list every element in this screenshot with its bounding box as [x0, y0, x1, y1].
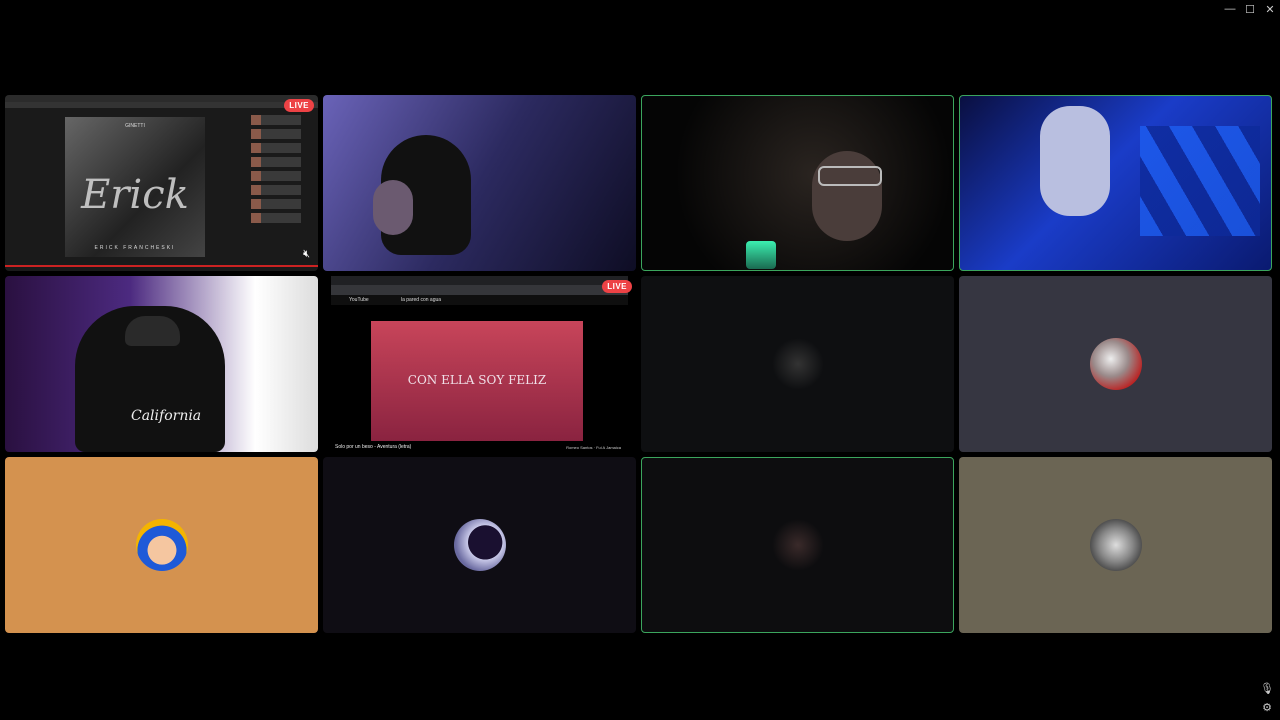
avatar — [1089, 338, 1142, 390]
screen-share-tile-music[interactable]: GINETTI Erick ERICK FRANCHESKI 🔇︎ LIVE — [5, 95, 318, 271]
album-subtitle: ERICK FRANCHESKI — [94, 245, 176, 251]
youtube-header: YouTube la pared con agua — [331, 295, 628, 305]
avatar — [771, 519, 824, 571]
participant-face — [373, 180, 413, 235]
avatar-tile[interactable] — [641, 276, 954, 452]
microphone-icon[interactable]: 🎙︎ — [1260, 682, 1274, 695]
avatar-tile[interactable] — [959, 276, 1272, 452]
video-lyric: CON ELLA SOY FELIZ — [407, 373, 547, 387]
participant-face — [812, 151, 882, 241]
camera-tile-speaking[interactable] — [641, 95, 954, 271]
shirt-text: California — [131, 408, 202, 424]
close-button[interactable]: ✕ — [1260, 0, 1280, 18]
speaker-muted-icon[interactable]: 🔇︎ — [303, 248, 310, 261]
avatar — [771, 338, 824, 390]
camera-tile-speaking[interactable] — [959, 95, 1272, 271]
settings-icon[interactable]: ⚙︎ — [1260, 701, 1274, 714]
window-controls: — ☐ ✕ — [1220, 0, 1280, 18]
led-wall-panel — [1140, 126, 1260, 236]
up-next-list — [251, 115, 301, 255]
avatar-tile[interactable] — [323, 457, 636, 633]
video-player: CON ELLA SOY FELIZ — [371, 321, 583, 441]
screen-share-tile-youtube[interactable]: YouTube la pared con agua CON ELLA SOY F… — [323, 276, 636, 452]
live-badge: LIVE — [602, 280, 632, 293]
participant-cap — [125, 316, 180, 346]
browser-tab-bar — [331, 276, 628, 285]
avatar-tile[interactable] — [5, 457, 318, 633]
avatar — [1089, 519, 1142, 571]
rgb-light — [746, 241, 776, 269]
youtube-logo: YouTube — [349, 297, 369, 303]
youtube-search-query: la pared con agua — [401, 297, 442, 303]
album-brand: GINETTI — [125, 123, 145, 129]
participant-hand — [1040, 106, 1110, 216]
playback-progress — [5, 265, 318, 267]
album-cover: GINETTI Erick ERICK FRANCHESKI — [65, 117, 205, 257]
live-badge: LIVE — [284, 99, 314, 112]
browser-address-bar — [5, 102, 318, 108]
avatar — [453, 519, 506, 571]
maximize-button[interactable]: ☐ — [1240, 0, 1260, 18]
avatar — [135, 519, 188, 571]
minimize-button[interactable]: — — [1220, 0, 1240, 18]
avatar-tile[interactable] — [959, 457, 1272, 633]
album-artist: Erick — [81, 172, 189, 218]
avatar-tile-speaking[interactable] — [641, 457, 954, 633]
video-title: Solo por un beso - Aventura (letra) — [335, 444, 412, 450]
browser-address-bar — [331, 285, 628, 295]
camera-tile[interactable] — [323, 95, 636, 271]
camera-tile[interactable]: California — [5, 276, 318, 452]
call-controls: 🎙︎ ⚙︎ — [1260, 682, 1274, 714]
participant-glasses — [818, 166, 882, 186]
next-video-title: Romeo Santos · Fui A Jamaica — [566, 445, 621, 450]
browser-tab-bar — [5, 95, 318, 102]
